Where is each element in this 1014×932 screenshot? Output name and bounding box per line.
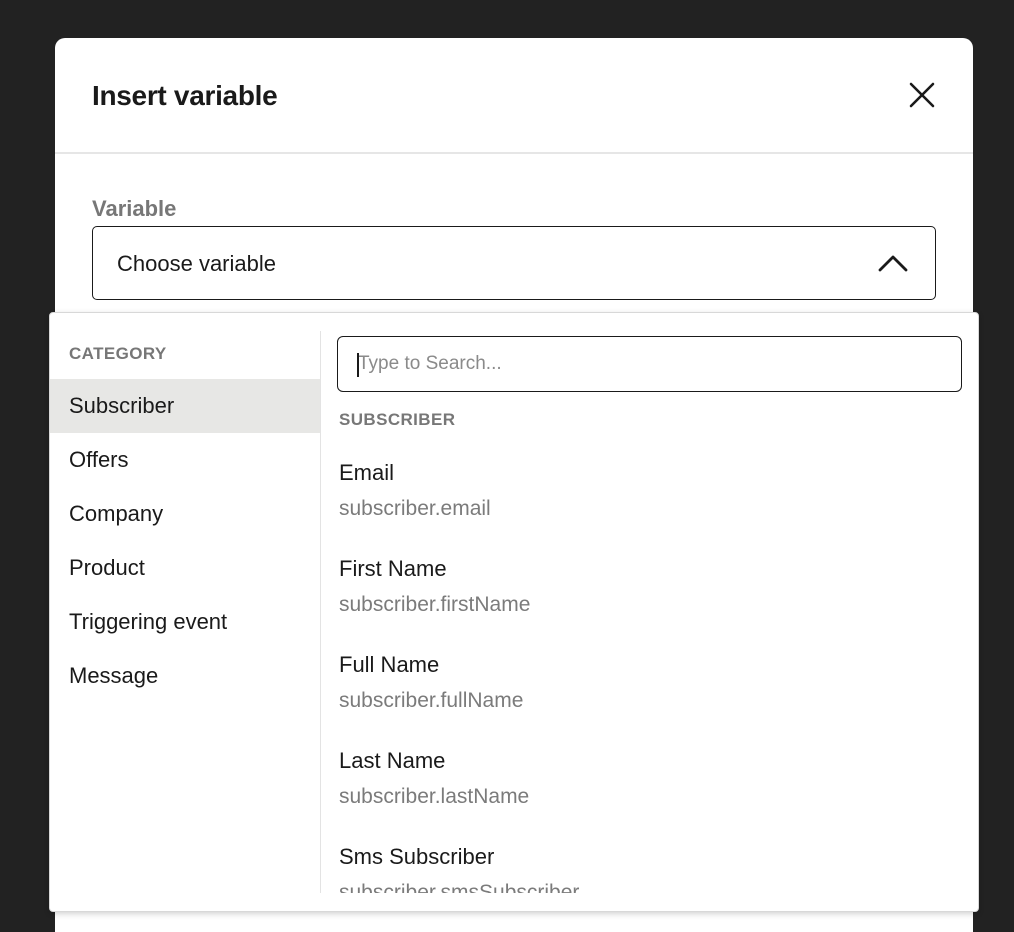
variable-select-value: Choose variable [117, 251, 276, 276]
variable-item-first-name[interactable]: First Name subscriber.firstName [321, 551, 978, 647]
category-item-offers[interactable]: Offers [50, 433, 320, 487]
chevron-up-icon [878, 255, 908, 272]
variable-name: First Name [339, 556, 447, 581]
search-input[interactable] [337, 336, 962, 392]
close-icon [909, 82, 935, 108]
category-item-triggering-event[interactable]: Triggering event [50, 595, 320, 649]
category-item-subscriber[interactable]: Subscriber [50, 379, 320, 433]
text-caret [357, 353, 359, 377]
variable-path: subscriber.firstName [339, 593, 531, 616]
variable-path: subscriber.lastName [339, 785, 530, 808]
variable-section-header: SUBSCRIBER [339, 410, 456, 429]
category-panel: CATEGORY Subscriber Offers Company Produ… [50, 313, 320, 911]
variable-dropdown: CATEGORY Subscriber Offers Company Produ… [49, 312, 979, 912]
close-button[interactable] [907, 80, 937, 110]
variable-name: Email [339, 460, 395, 485]
variable-path: subscriber.fullName [339, 689, 524, 712]
category-item-product[interactable]: Product [50, 541, 320, 595]
modal-header: Insert variable [55, 38, 973, 154]
category-item-message[interactable]: Message [50, 649, 320, 703]
category-list: Subscriber Offers Company Product Trigge… [50, 379, 320, 703]
category-header: CATEGORY [69, 344, 167, 363]
variable-name: Full Name [339, 652, 440, 677]
variable-name: Last Name [339, 748, 446, 773]
variable-select[interactable]: Choose variable [92, 226, 936, 300]
variable-item-sms-subscriber[interactable]: Sms Subscriber subscriber.smsSubscriber [321, 839, 978, 893]
variable-field-label: Variable [92, 196, 177, 221]
variable-panel: SUBSCRIBER Email subscriber.email First … [321, 313, 978, 911]
variable-item-email[interactable]: Email subscriber.email [321, 455, 978, 551]
variable-item-full-name[interactable]: Full Name subscriber.fullName [321, 647, 978, 743]
variable-item-last-name[interactable]: Last Name subscriber.lastName [321, 743, 978, 839]
variable-path: subscriber.email [339, 497, 491, 520]
variable-list: Email subscriber.email First Name subscr… [321, 455, 978, 893]
category-item-company[interactable]: Company [50, 487, 320, 541]
variable-name: Sms Subscriber [339, 844, 495, 869]
variable-path: subscriber.smsSubscriber [339, 881, 580, 893]
modal-title: Insert variable [92, 80, 278, 111]
